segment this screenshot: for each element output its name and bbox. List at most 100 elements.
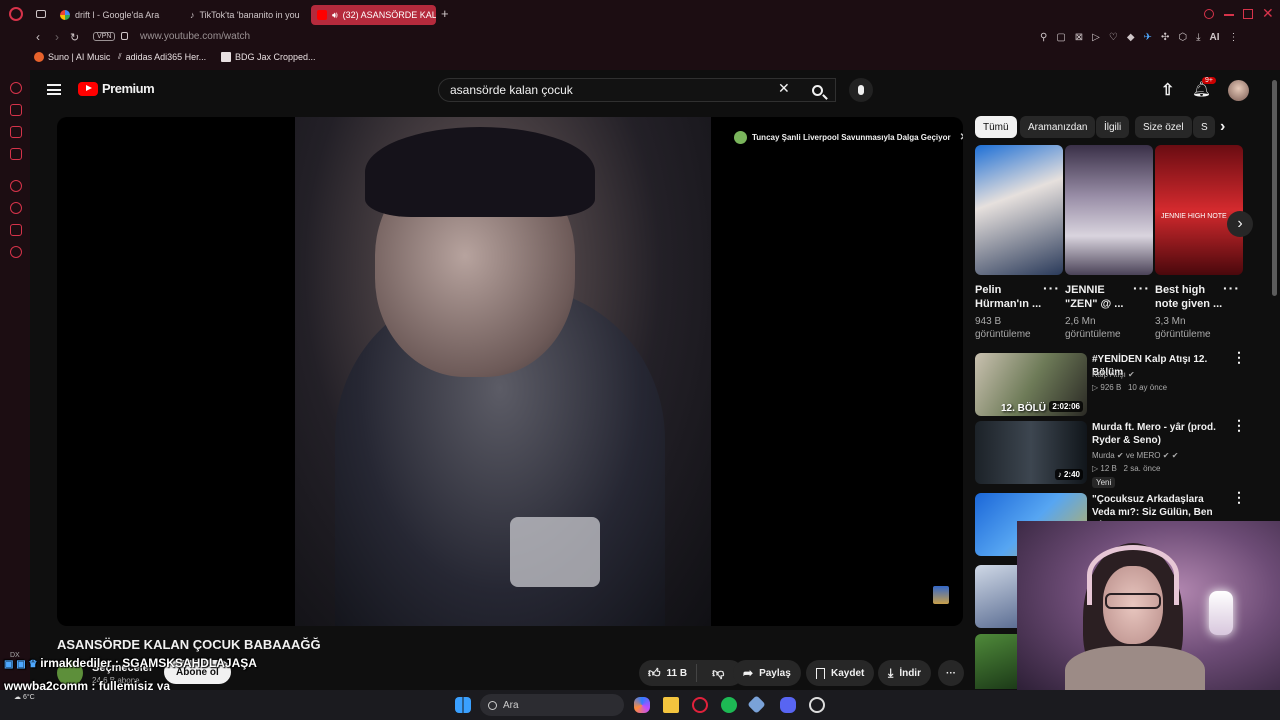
chip-for-you[interactable]: Size özel bbox=[1135, 116, 1192, 138]
shield-icon[interactable]: ⊠ bbox=[1075, 32, 1083, 43]
bookmark-label: BDG Jax Cropped... bbox=[235, 52, 316, 62]
share-button[interactable]: ➦ Paylaş bbox=[733, 660, 801, 686]
chip-all[interactable]: Tümü bbox=[975, 116, 1017, 138]
url-field[interactable]: www.youtube.com/watch bbox=[140, 31, 250, 42]
snapshot-icon[interactable]: ▢ bbox=[1056, 32, 1065, 43]
video-annotation[interactable]: Tuncay Şanli Liverpool Savunmasıyla Dalg… bbox=[734, 131, 963, 144]
windows-start-icon[interactable] bbox=[455, 697, 471, 713]
video-thumbnail[interactable] bbox=[975, 565, 1018, 628]
copilot-icon[interactable] bbox=[634, 697, 650, 713]
search-input[interactable]: asansörde kalan çocuk bbox=[438, 78, 836, 102]
dislike-button[interactable]: 👎︎ bbox=[703, 666, 733, 681]
bookmark-adidas[interactable]: ⫽ adidas Adi365 Her... bbox=[118, 52, 206, 62]
chip-more[interactable]: S bbox=[1193, 116, 1215, 138]
vpn-badge[interactable]: VPN bbox=[93, 32, 116, 41]
video-more-icon[interactable]: ⋮ bbox=[1232, 349, 1247, 366]
bookmark-suno[interactable]: Suno | AI Music bbox=[34, 52, 110, 62]
shorts-next-button[interactable]: › bbox=[1227, 211, 1253, 237]
tab-tiktok[interactable]: ♪ TikTok'ta 'bananito in you bbox=[184, 5, 306, 25]
recommended-video[interactable]: 12. BÖLÜ 2:02:06 #YENİDEN Kalp Atışı 12.… bbox=[975, 349, 1250, 417]
chip-related[interactable]: İlgili bbox=[1096, 116, 1130, 138]
video-stats: ▷ 926 B 10 ay önce bbox=[1092, 383, 1167, 392]
maximize-button[interactable] bbox=[1243, 9, 1253, 19]
menu-icon[interactable]: ⋮ bbox=[1228, 32, 1238, 43]
reload-icon[interactable]: ↻ bbox=[70, 31, 79, 44]
channel-label: Kalp Atışı bbox=[1092, 370, 1126, 379]
download-button[interactable]: ⤓ İndir bbox=[878, 660, 931, 686]
chat-message: ▣ ▣ ♛ irmakdediler : SGAMSKSAHDLAJAŞA bbox=[4, 656, 257, 670]
weather-widget[interactable]: ☁ 6°C bbox=[14, 693, 35, 701]
spotify-icon[interactable] bbox=[721, 697, 737, 713]
player-icon[interactable] bbox=[10, 180, 22, 192]
short-item[interactable]: JENNIE HIGH NOTE Best high note given ..… bbox=[1155, 145, 1243, 341]
translate-icon[interactable]: ✈ bbox=[1144, 32, 1152, 43]
mail-icon[interactable] bbox=[10, 148, 22, 160]
more-actions-button[interactable]: ··· bbox=[938, 660, 964, 686]
like-count: 11 B bbox=[666, 667, 688, 679]
upload-icon[interactable]: ⇧ bbox=[1161, 80, 1174, 100]
game-icon[interactable] bbox=[10, 126, 22, 138]
bag-icon[interactable] bbox=[10, 104, 22, 116]
search-tabs-icon[interactable] bbox=[1204, 9, 1214, 19]
obs-icon[interactable] bbox=[809, 697, 825, 713]
hamburger-menu-icon[interactable] bbox=[47, 84, 61, 95]
back-icon[interactable]: ‹ bbox=[36, 30, 40, 44]
video-more-icon[interactable]: ⋮ bbox=[1232, 417, 1247, 434]
search-button[interactable] bbox=[798, 78, 836, 102]
short-item[interactable]: Pelin Hürman'ın ... 943 B görüntüleme bbox=[975, 145, 1063, 341]
chips-next-icon[interactable]: › bbox=[1220, 118, 1225, 136]
share-label: Paylaş bbox=[759, 667, 791, 679]
short-more-icon[interactable]: ··· bbox=[1223, 280, 1240, 296]
thumbs-down-icon: 👎︎ bbox=[712, 665, 725, 680]
file-explorer-icon[interactable] bbox=[663, 697, 679, 713]
like-dislike-group: 👍︎ 11 B 👎︎ bbox=[639, 660, 743, 686]
close-icon[interactable]: ✕ bbox=[960, 132, 963, 143]
browser-tab-bar: drift l - Google'da Ara ♪ TikTok'ta 'ban… bbox=[0, 0, 1280, 28]
tab-google[interactable]: drift l - Google'da Ara bbox=[54, 5, 180, 25]
notifications-button[interactable]: 🔔︎ 9+ bbox=[1192, 77, 1216, 99]
pin-icon[interactable]: ⚲ bbox=[1040, 32, 1047, 43]
youtube-logo[interactable]: Premium bbox=[78, 81, 155, 96]
cube-icon[interactable]: ⬡ bbox=[1178, 32, 1187, 43]
chip-from-search[interactable]: Aramanızdan bbox=[1020, 116, 1096, 138]
like-button[interactable]: 👍︎ 11 B bbox=[639, 664, 698, 682]
short-more-icon[interactable]: ··· bbox=[1133, 280, 1150, 296]
avatar[interactable] bbox=[1228, 80, 1249, 101]
minimize-button[interactable] bbox=[1224, 14, 1234, 16]
heart-icon[interactable]: ♡ bbox=[1109, 32, 1118, 43]
bookmark-bdg[interactable]: BDG Jax Cropped... bbox=[221, 52, 316, 62]
close-window-button[interactable]: ✕ bbox=[1262, 5, 1274, 22]
network-icon[interactable] bbox=[747, 695, 766, 714]
settings-icon[interactable] bbox=[10, 246, 22, 258]
history-icon[interactable] bbox=[10, 202, 22, 214]
short-item[interactable]: JENNIE "ZEN" @ ... 2,6 Mn görüntüleme bbox=[1065, 145, 1153, 341]
recommended-video[interactable]: ♪ 2:40 Murda ft. Mero - yâr (prod. Ryder… bbox=[975, 417, 1250, 488]
forward-icon[interactable]: › bbox=[55, 30, 59, 44]
video-frame bbox=[295, 117, 711, 626]
puzzle-icon[interactable]: ✣ bbox=[1161, 32, 1169, 43]
extension-icon[interactable]: ◆ bbox=[1127, 32, 1135, 43]
ai-icon[interactable]: AI bbox=[1209, 32, 1219, 43]
discord-icon[interactable] bbox=[780, 697, 796, 713]
download-icon[interactable]: ⤓ bbox=[1196, 32, 1200, 43]
speaker-icon[interactable]: 🔊︎ bbox=[332, 10, 338, 21]
opera-logo-icon[interactable] bbox=[9, 7, 23, 21]
voice-search-button[interactable] bbox=[849, 78, 873, 102]
new-tab-button[interactable]: + bbox=[441, 7, 449, 21]
play-icon[interactable]: ▷ bbox=[1092, 32, 1100, 43]
taskbar-search[interactable]: Ara bbox=[480, 694, 624, 716]
opera-icon[interactable] bbox=[692, 697, 708, 713]
extensions-icon[interactable] bbox=[10, 224, 22, 236]
clear-search-icon[interactable]: ✕ bbox=[778, 80, 790, 97]
save-button[interactable]: Kaydet bbox=[806, 660, 875, 686]
video-stats: ▷ 12 B 2 sa. önce bbox=[1092, 464, 1160, 473]
scrollbar[interactable] bbox=[1272, 80, 1277, 296]
video-thumbnail[interactable] bbox=[975, 634, 1018, 689]
video-more-icon[interactable]: ⋮ bbox=[1232, 489, 1247, 506]
aria-icon[interactable] bbox=[10, 82, 22, 94]
tab-switcher-icon[interactable] bbox=[36, 10, 46, 18]
tab-youtube[interactable]: 🔊︎ (32) ASANSÖRDE KAL bbox=[311, 5, 436, 25]
video-title: Murda ft. Mero - yâr (prod. Ryder & Seno… bbox=[1092, 422, 1216, 446]
video-player[interactable]: Tuncay Şanli Liverpool Savunmasıyla Dalg… bbox=[57, 117, 963, 626]
short-more-icon[interactable]: ··· bbox=[1043, 280, 1060, 296]
